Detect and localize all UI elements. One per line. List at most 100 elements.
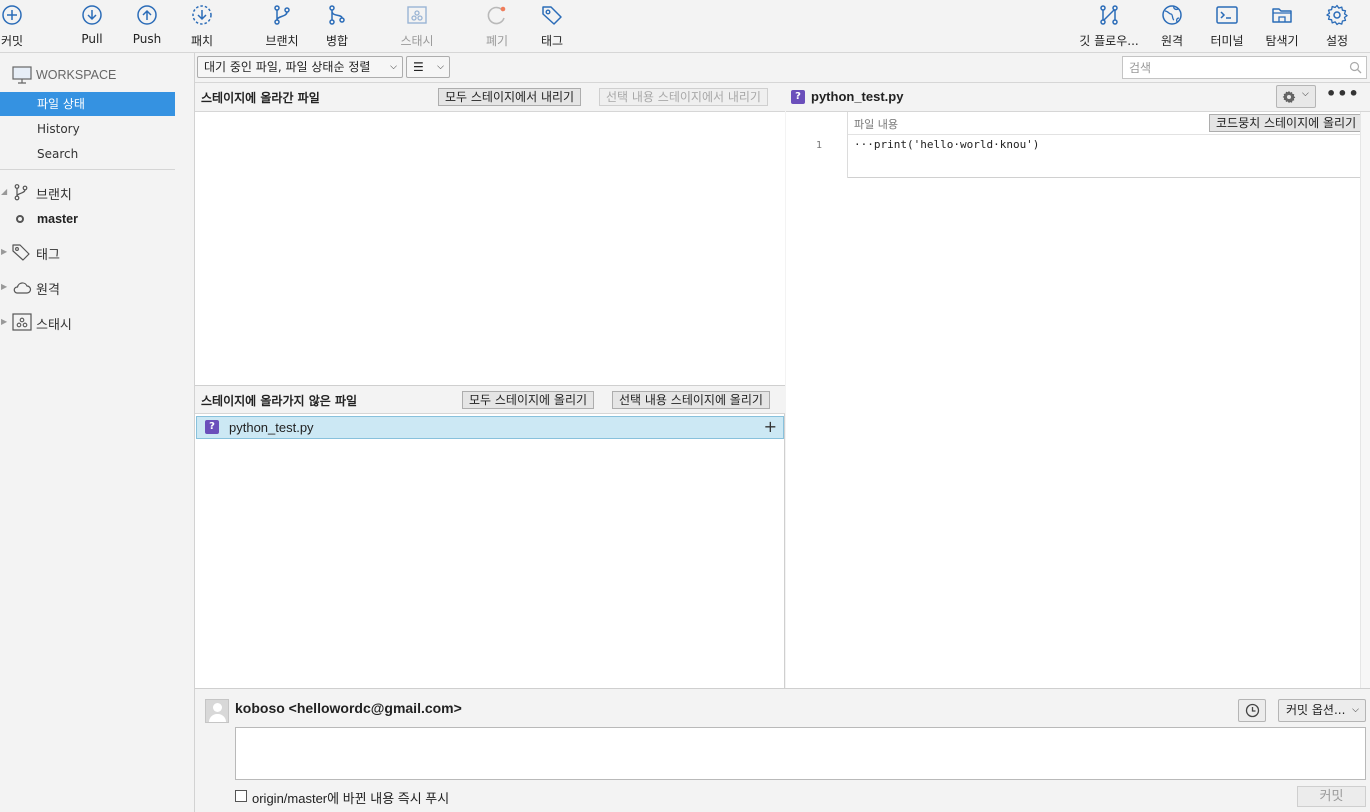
commit-history-button[interactable]	[1238, 699, 1266, 722]
branches-label: 브랜치	[36, 188, 72, 203]
stash-icon	[407, 6, 427, 24]
stash-button[interactable]: 스태시	[387, 3, 447, 49]
discard-label: 폐기	[485, 34, 509, 48]
diff-options-button[interactable]: ⌵	[1276, 85, 1316, 108]
collapsed-chevron-icon[interactable]: ▶	[1, 282, 7, 291]
tag-icon	[12, 244, 30, 261]
avatar-body-shape	[209, 714, 226, 722]
sidebar-group-branches[interactable]: ◢ 브랜치	[0, 181, 175, 203]
commit-options-dropdown[interactable]: 커밋 옵션... ⌵	[1278, 699, 1366, 722]
stage-selected-button[interactable]: 선택 내용 스테이지에 올리기	[612, 391, 770, 409]
sidebar-item-history[interactable]: History	[0, 117, 175, 141]
push-button[interactable]: Push	[117, 3, 177, 49]
chevron-down-icon: ⌵	[437, 62, 444, 72]
unstaged-file-row[interactable]: ? python_test.py +	[196, 416, 784, 439]
remote-button[interactable]: 원격	[1142, 3, 1202, 49]
stage-file-plus-icon[interactable]: +	[764, 418, 777, 436]
patch-icon	[192, 5, 212, 25]
commit-button[interactable]: 커밋	[1297, 786, 1366, 807]
discard-button[interactable]: 폐기	[467, 3, 527, 49]
staged-files-list[interactable]	[195, 112, 785, 385]
sidebar-group-remotes[interactable]: ▶ 원격	[0, 276, 175, 298]
branch-button[interactable]: 브랜치	[252, 3, 312, 49]
staged-files-title: 스테이지에 올라간 파일	[201, 91, 320, 105]
workspace-label: WORKSPACE	[36, 68, 117, 82]
stage-hunk-button[interactable]: 코드뭉치 스테이지에 올리기	[1209, 114, 1364, 132]
file-filter-bar: 대기 중인 파일, 파일 상태순 정렬 ⌵ ☰ ⌵	[195, 53, 1370, 83]
stash-icon	[12, 313, 32, 331]
current-branch-icon	[16, 215, 24, 223]
merge-icon	[329, 5, 345, 25]
commit-options-label: 커밋 옵션...	[1286, 703, 1346, 717]
branch-item-master[interactable]: master	[0, 211, 175, 229]
explorer-button[interactable]: 탐색기	[1252, 3, 1312, 49]
commit-author: koboso <hellowordc@gmail.com>	[235, 700, 462, 716]
diff-scrollbar[interactable]	[1360, 112, 1370, 688]
tag-button[interactable]: 태그	[522, 3, 582, 49]
chevron-down-icon: ⌵	[390, 62, 397, 72]
terminal-button[interactable]: 터미널	[1197, 3, 1257, 49]
unstaged-files-header: 스테이지에 올라가지 않은 파일 모두 스테이지에 올리기 선택 내용 스테이지…	[195, 385, 785, 414]
search-input[interactable]	[1123, 57, 1338, 78]
branch-name: master	[37, 212, 78, 226]
push-immediately-label: origin/master에 바뀐 내용 즉시 푸시	[252, 791, 450, 806]
gear-icon	[1282, 91, 1296, 103]
diff-header: ? python_test.py ⌵ •••	[786, 83, 1370, 112]
patch-label: 패치	[190, 34, 214, 48]
sort-dropdown[interactable]: 대기 중인 파일, 파일 상태순 정렬 ⌵	[197, 56, 403, 78]
collapsed-chevron-icon[interactable]: ▶	[1, 317, 7, 326]
merge-button[interactable]: 병합	[307, 3, 367, 49]
commit-toolbar-button[interactable]: 커밋	[0, 3, 42, 49]
stage-all-button[interactable]: 모두 스테이지에 올리기	[462, 391, 595, 409]
list-view-icon: ☰	[413, 60, 424, 74]
expanded-chevron-icon[interactable]: ◢	[1, 187, 7, 196]
gitflow-label: 깃 플로우...	[1079, 34, 1139, 48]
arrow-down-circle-icon	[82, 5, 102, 25]
hunk-header: 파일 내용 코드뭉치 스테이지에 올리기	[848, 112, 1364, 135]
discard-icon	[487, 6, 506, 25]
untracked-file-icon: ?	[791, 90, 805, 104]
push-immediately-checkbox[interactable]	[235, 790, 247, 802]
search-box[interactable]	[1122, 56, 1367, 79]
sidebar-item-search[interactable]: Search	[0, 142, 175, 166]
avatar	[205, 699, 229, 723]
branch-icon	[274, 5, 290, 25]
settings-button[interactable]: 설정	[1307, 3, 1367, 49]
sourcetree-window: 커밋 Pull Push 패치 브랜치 병합 스태시 폐기 태그 깃 플로우..…	[0, 0, 1370, 812]
explorer-label: 탐색기	[1265, 34, 1299, 48]
folder-icon	[1272, 8, 1292, 23]
gitflow-button[interactable]: 깃 플로우...	[1079, 3, 1139, 49]
globe-icon	[1162, 5, 1182, 25]
gitflow-icon	[1100, 5, 1118, 25]
unstage-all-button[interactable]: 모두 스테이지에서 내리기	[438, 88, 582, 106]
hunk-label: 파일 내용	[854, 118, 898, 131]
commit-message-input[interactable]	[236, 728, 1365, 779]
patch-button[interactable]: 패치	[172, 3, 232, 49]
sort-dropdown-value: 대기 중인 파일, 파일 상태순 정렬	[204, 60, 371, 74]
unstage-selected-button[interactable]: 선택 내용 스테이지에서 내리기	[599, 88, 768, 106]
workspace-header: WORKSPACE	[0, 65, 175, 85]
sidebar-group-tags[interactable]: ▶ 태그	[0, 241, 175, 263]
pull-label: Pull	[81, 32, 103, 46]
remotes-label: 원격	[36, 283, 60, 298]
commit-message-box[interactable]	[235, 727, 1366, 780]
file-name: python_test.py	[229, 420, 314, 435]
stash-label: 스태시	[400, 34, 434, 48]
tag-icon	[542, 6, 562, 25]
main-toolbar: 커밋 Pull Push 패치 브랜치 병합 스태시 폐기 태그 깃 플로우..…	[0, 0, 1370, 53]
tag-label: 태그	[540, 34, 564, 48]
collapsed-chevron-icon[interactable]: ▶	[1, 247, 7, 256]
avatar-head-shape	[213, 703, 222, 712]
more-options-button[interactable]: •••	[1326, 86, 1359, 107]
view-mode-dropdown[interactable]: ☰ ⌵	[406, 56, 450, 78]
sidebar-item-file-status[interactable]: 파일 상태	[0, 92, 175, 116]
staged-files-header: 스테이지에 올라간 파일 모두 스테이지에서 내리기 선택 내용 스테이지에서 …	[195, 83, 785, 112]
clock-icon	[1245, 703, 1260, 718]
gear-icon	[1326, 4, 1348, 26]
plus-circle-icon	[2, 5, 22, 25]
chevron-down-icon: ⌵	[1302, 89, 1309, 99]
merge-label: 병합	[325, 34, 349, 48]
pull-button[interactable]: Pull	[62, 3, 122, 49]
sidebar-group-stashes[interactable]: ▶ 스태시	[0, 311, 175, 333]
branch-icon	[14, 184, 28, 201]
